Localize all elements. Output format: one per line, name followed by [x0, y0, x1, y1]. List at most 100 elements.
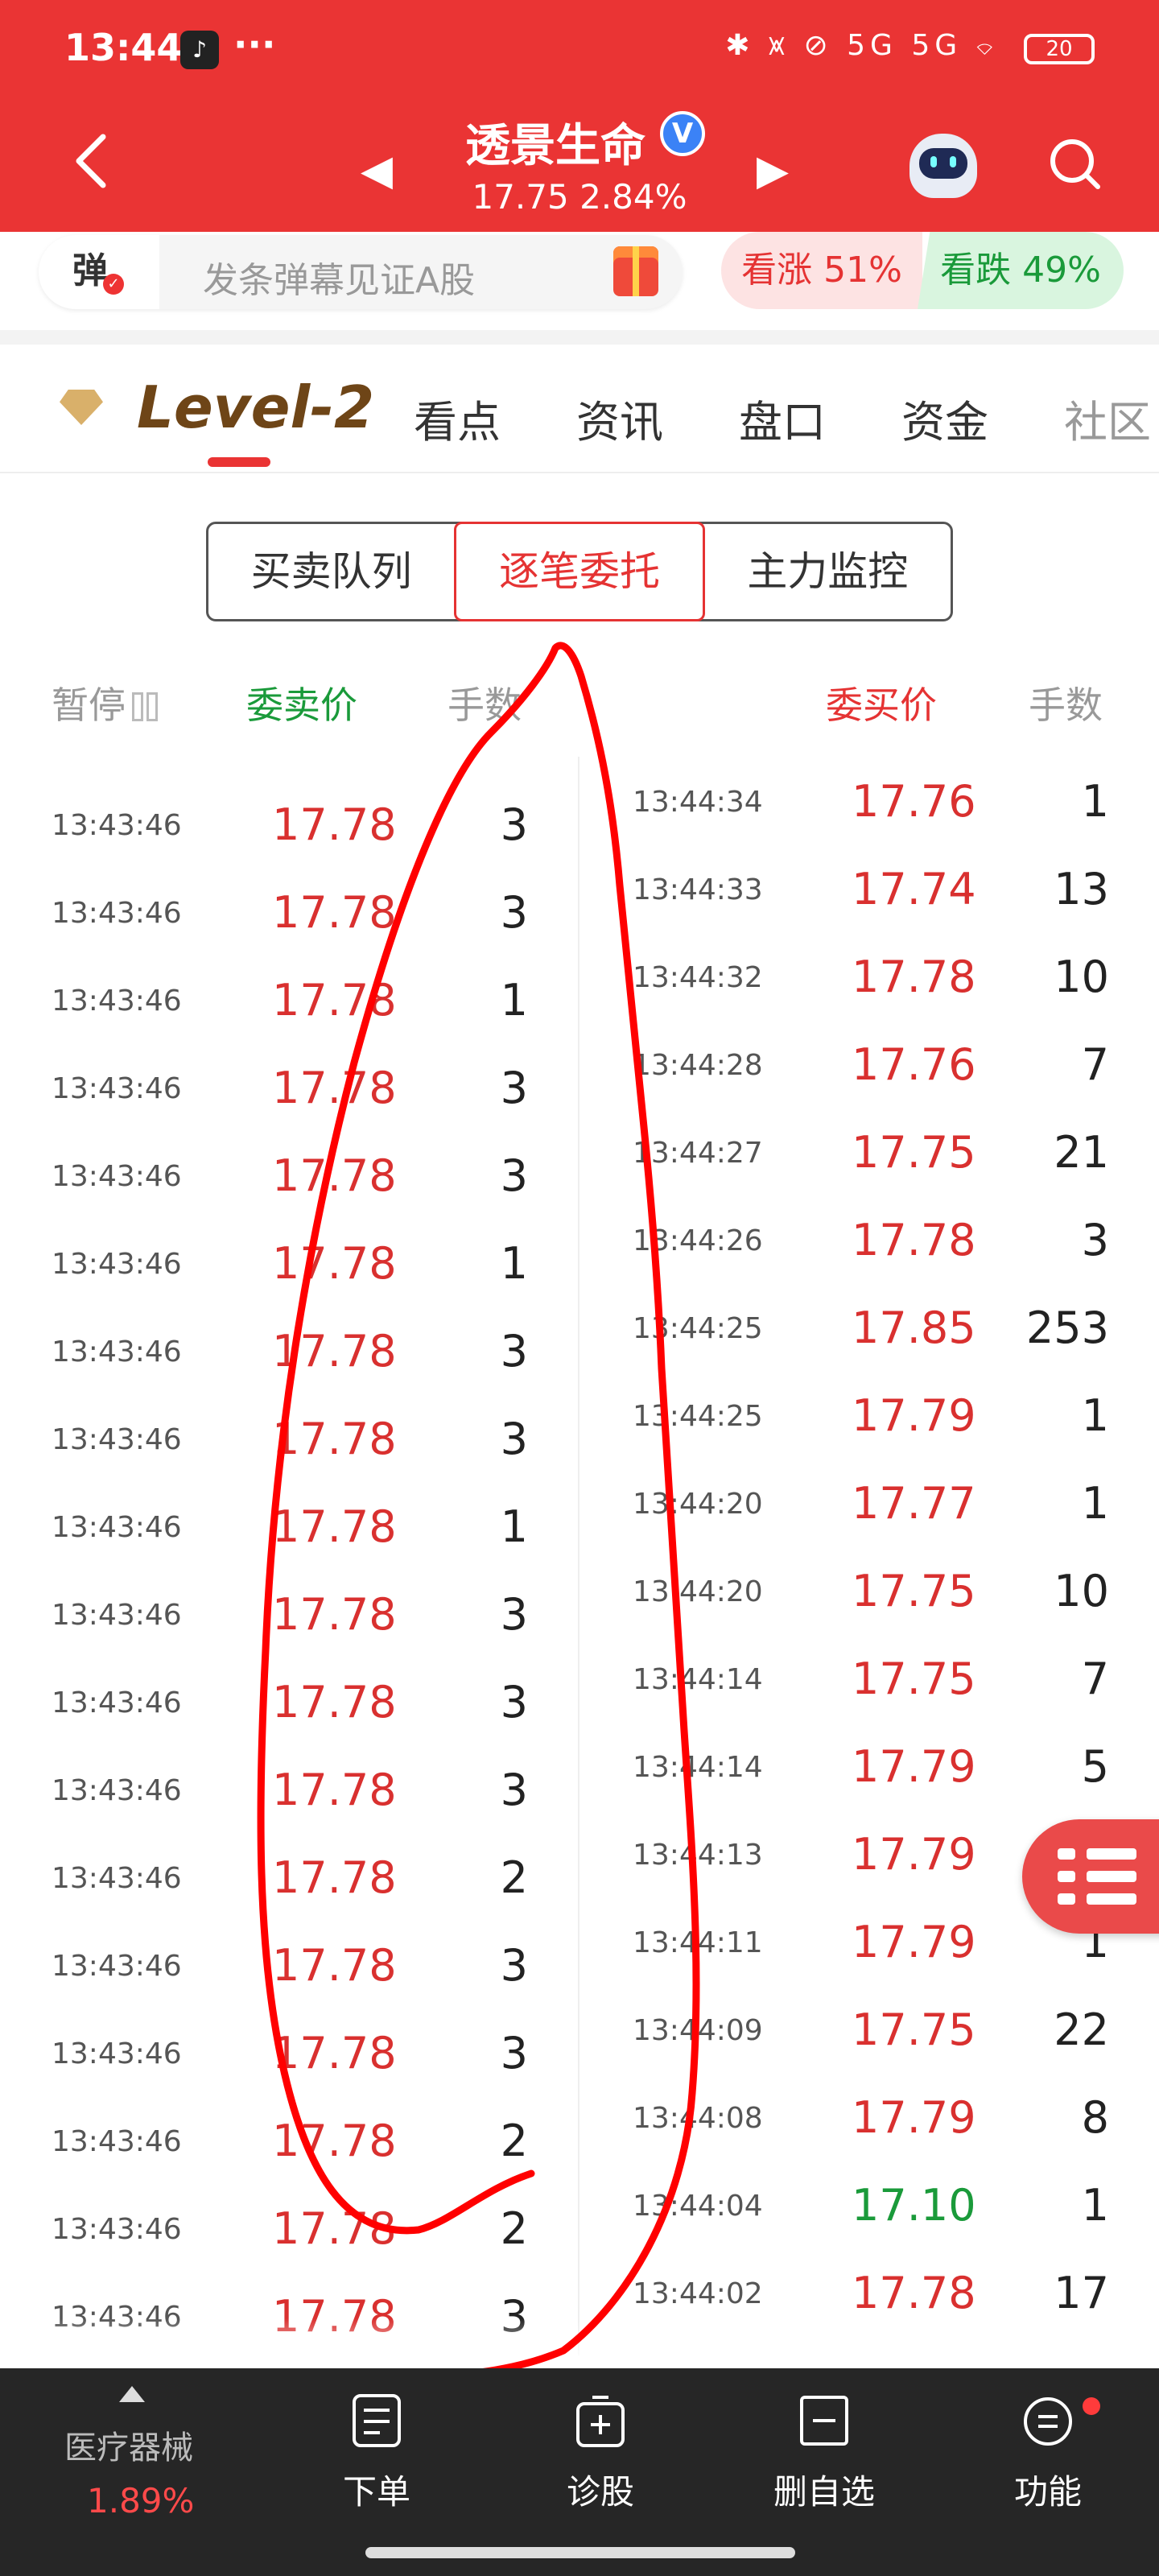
vote-down-button[interactable]: 看跌 49%	[918, 232, 1124, 309]
order-row: 13:43:46 17.78 3	[0, 1570, 578, 1657]
order-row: 13:44:20 17.75 10	[580, 1546, 1159, 1634]
order-row: 13:43:46 17.78 3	[0, 1657, 578, 1745]
order-price: 17.78	[272, 1940, 397, 1991]
diamond-icon	[60, 390, 103, 425]
order-row: 13:44:34 17.76 1	[580, 757, 1159, 844]
order-row: 13:44:14 17.75 7	[580, 1634, 1159, 1722]
segment-main-monitor[interactable]: 主力监控	[705, 524, 951, 619]
pause-label: 暂停	[52, 683, 126, 727]
order-time: 13:43:46	[52, 1335, 182, 1368]
order-volume: 1	[500, 1501, 528, 1552]
floating-menu-icon[interactable]	[1022, 1819, 1159, 1934]
pause-button[interactable]: 暂停	[52, 676, 158, 729]
home-indicator[interactable]	[365, 2547, 795, 2558]
next-stock-icon[interactable]: ▶	[757, 147, 789, 195]
order-time: 13:43:46	[52, 1511, 182, 1544]
search-icon[interactable]	[1046, 135, 1103, 192]
order-row: 13:43:46 17.78 2	[0, 2184, 578, 2272]
order-time: 13:44:26	[633, 1224, 763, 1257]
danmu-input[interactable]: 弹 ✓ 发条弹幕见证A股	[39, 235, 683, 309]
order-time: 13:43:46	[52, 1248, 182, 1281]
order-button[interactable]: 下单	[312, 2392, 441, 2514]
order-price: 17.78	[272, 1150, 397, 1201]
expand-up-icon[interactable]	[119, 2386, 145, 2402]
order-time: 13:43:46	[52, 809, 182, 842]
order-volume: 3	[500, 1414, 528, 1464]
order-price: 17.85	[852, 1302, 976, 1353]
order-row: 13:44:04 17.10 1	[580, 2161, 1159, 2248]
order-time: 13:44:25	[633, 1400, 763, 1433]
robot-assistant-icon[interactable]	[909, 134, 977, 198]
sell-orders-list[interactable]: 13:43:46 17.78 2 13:43:46 17.78 3 13:43:46 17.7…	[0, 757, 580, 2355]
segment-queue[interactable]: 买卖队列	[208, 524, 454, 619]
vote-up-button[interactable]: 看涨 51%	[721, 232, 922, 309]
order-price: 17.76	[852, 776, 976, 827]
tab-panko[interactable]: 盘口	[739, 386, 826, 450]
order-volume: 3	[500, 1677, 528, 1728]
order-volume: 10	[1054, 952, 1109, 1002]
order-time: 13:44:25	[633, 1312, 763, 1345]
order-row: 13:43:46 17.78 3	[0, 1043, 578, 1131]
order-price: 17.78	[272, 1589, 397, 1640]
order-row: 13:43:46 17.78 3	[0, 2008, 578, 2096]
order-price: 17.78	[272, 1063, 397, 1113]
section-divider	[0, 330, 1159, 345]
tab-funds[interactable]: 资金	[901, 386, 988, 450]
back-arrow-icon[interactable]	[68, 129, 116, 193]
stock-header: ◀ 透景生命 V ▶ 17.75 2.84%	[0, 97, 1159, 232]
order-time: 13:43:46	[52, 897, 182, 930]
order-volume: 21	[1054, 1127, 1109, 1178]
diagnose-button[interactable]: 诊股	[536, 2392, 665, 2514]
order-volume: 3	[500, 1326, 528, 1377]
order-volume: 1	[1081, 1390, 1109, 1441]
order-price: 17.78	[852, 952, 976, 1002]
order-volume: 22	[1054, 2004, 1109, 2055]
order-time: 13:43:46	[52, 1599, 182, 1632]
gift-icon[interactable]	[613, 246, 658, 296]
sector-name[interactable]: 医疗器械	[64, 2421, 193, 2468]
order-time: 13:43:46	[52, 1950, 182, 1983]
order-time: 13:43:46	[52, 1862, 182, 1895]
order-volume: 1	[500, 975, 528, 1026]
order-price: 17.78	[272, 2203, 397, 2254]
tab-news[interactable]: 资讯	[576, 386, 663, 450]
order-time: 13:44:28	[633, 1049, 763, 1082]
sector-change: 1.89%	[87, 2481, 195, 2520]
order-price: 17.79	[852, 1390, 976, 1441]
tab-level2[interactable]: Level-2	[137, 374, 374, 441]
order-row: 13:44:09 17.75 22	[580, 1985, 1159, 2073]
order-price: 17.79	[852, 1917, 976, 1967]
pause-icon	[132, 692, 143, 721]
pause-icon-bar	[146, 692, 158, 721]
order-volume: 8	[1081, 2092, 1109, 2143]
order-row: 13:43:46 17.78 3	[0, 780, 578, 868]
tab-community[interactable]: 社区	[1064, 386, 1151, 450]
active-tab-indicator	[208, 457, 270, 467]
order-time: 13:44:14	[633, 1663, 763, 1696]
order-row: 13:43:46 17.78 3	[0, 868, 578, 956]
verified-icon: V	[660, 111, 705, 156]
order-volume: 3	[500, 1063, 528, 1113]
order-row: 13:43:46 17.78 2	[0, 1833, 578, 1921]
order-price: 17.79	[852, 2092, 976, 2143]
order-volume: 253	[1025, 1302, 1109, 1353]
order-time: 13:44:20	[633, 1488, 763, 1521]
order-price: 17.78	[272, 757, 397, 762]
prev-stock-icon[interactable]: ◀	[361, 147, 393, 195]
order-time: 13:44:14	[633, 1751, 763, 1784]
order-row: 13:44:27 17.75 21	[580, 1108, 1159, 1195]
sell-price-header: 委卖价	[246, 683, 357, 727]
segment-tick-orders[interactable]: 逐笔委托	[454, 522, 705, 621]
order-row: 13:43:46 17.78 3	[0, 1745, 578, 1833]
order-row: 13:44:14 17.79 5	[580, 1722, 1159, 1810]
buy-orders-list[interactable]: 13:44:34 17.76 1 13:44:33 17.74 13 13:44:32 17.…	[580, 757, 1159, 2355]
order-price: 17.78	[272, 2028, 397, 2079]
order-time: 13:43:46	[52, 1423, 182, 1456]
order-time: 13:43:46	[52, 985, 182, 1018]
order-price: 17.78	[272, 1238, 397, 1289]
order-view-segment: 买卖队列 逐笔委托 主力监控	[206, 522, 953, 621]
order-price: 17.78	[272, 2116, 397, 2166]
order-volume: 3	[500, 1150, 528, 1201]
remove-watchlist-button[interactable]: 删自选	[760, 2392, 889, 2514]
tab-kandian[interactable]: 看点	[414, 386, 501, 450]
